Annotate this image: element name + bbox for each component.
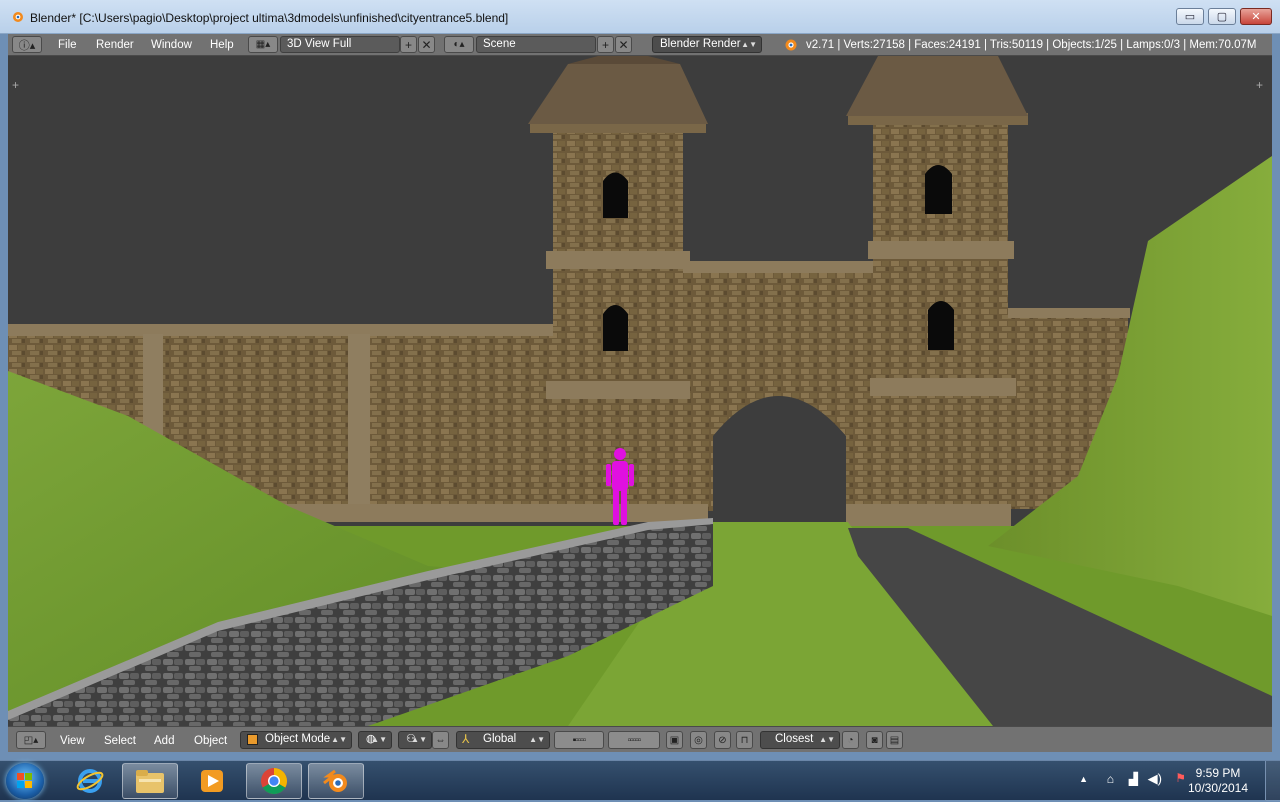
- editor-type-button[interactable]: ◰▴: [16, 731, 46, 749]
- transform-orientation-dropdown[interactable]: ⅄ Global ▲▼: [456, 731, 550, 749]
- camera-icon: ◙: [871, 734, 878, 746]
- proportional-edit-button[interactable]: ◎: [690, 731, 707, 749]
- clapper-icon: ▤: [889, 734, 900, 746]
- align-rotation-button[interactable]: ◔: [842, 731, 859, 749]
- scene-selector[interactable]: ◐▴: [444, 36, 474, 53]
- delete-layout-button[interactable]: ✕: [418, 36, 435, 53]
- taskbar-clock[interactable]: 9:59 PM 10/30/2014: [1178, 766, 1258, 796]
- 3d-view-icon: ◰▴: [23, 734, 39, 746]
- layer-grid-icon: ▪▫▫▫▫: [572, 734, 587, 746]
- window-title: Blender* [C:\Users\pagio\Desktop\project…: [30, 11, 509, 25]
- close-icon: ✕: [1251, 11, 1261, 23]
- menu-render[interactable]: Render: [96, 37, 134, 53]
- render-engine-label: Blender Render: [660, 38, 741, 50]
- menu-select[interactable]: Select: [104, 733, 136, 749]
- viewport-tools-toggle-icon[interactable]: +: [12, 79, 22, 91]
- magnet-icon: ⊘: [718, 734, 727, 746]
- menu-window[interactable]: Window: [151, 37, 192, 53]
- close-button[interactable]: ✕: [1240, 8, 1272, 25]
- info-header: ⓘ▴ File Render Window Help ▦▴ 3D View Fu…: [8, 34, 1272, 56]
- maximize-button[interactable]: ▢: [1208, 8, 1236, 25]
- folder-icon: [136, 770, 164, 793]
- lock-camera-button[interactable]: ▣: [666, 731, 683, 749]
- manipulator-icon: ⇔: [435, 734, 446, 746]
- media-player-icon: [201, 770, 223, 792]
- add-layout-button[interactable]: +: [400, 36, 417, 53]
- axis-icon: ⅄: [462, 732, 470, 746]
- show-hidden-icons-icon[interactable]: ▲: [1079, 774, 1088, 784]
- snap-target-dropdown[interactable]: Closest ▲▼: [760, 731, 840, 749]
- snap-label: Closest: [775, 733, 814, 745]
- render-engine-dropdown[interactable]: Blender Render ▲▼: [652, 36, 762, 53]
- menu-file[interactable]: File: [58, 37, 77, 53]
- volume-icon[interactable]: ◀): [1148, 771, 1162, 787]
- mode-dropdown[interactable]: Object Mode ▲▼: [240, 731, 352, 749]
- shading-dropdown[interactable]: ◍ ▲▼: [358, 731, 392, 749]
- add-scene-button[interactable]: +: [597, 36, 614, 53]
- minimize-button[interactable]: ▭: [1176, 8, 1204, 25]
- blender-logo-icon: [323, 769, 347, 792]
- window-titlebar: Blender* [C:\Users\pagio\Desktop\project…: [0, 0, 1280, 34]
- screen-layout-selector[interactable]: ▦▴: [248, 36, 278, 53]
- clock-time: 9:59 PM: [1195, 766, 1241, 780]
- scene-render: [8, 56, 1272, 726]
- snap-toggle[interactable]: ⊘: [714, 731, 731, 749]
- snap-element-button[interactable]: ⊓: [736, 731, 753, 749]
- plus-icon: +: [601, 37, 609, 52]
- object-mode-icon: [247, 734, 258, 745]
- windows-taskbar: ▲ ⌂ ▟ ◀) ⚑ 9:59 PM 10/30/2014: [0, 760, 1280, 801]
- mode-label: Object Mode: [265, 733, 331, 745]
- delete-scene-button[interactable]: ✕: [615, 36, 632, 53]
- chrome-icon: [261, 768, 288, 795]
- blender-logo-icon: [785, 39, 797, 51]
- info-icon: ⓘ▴: [18, 39, 36, 52]
- snap-element-icon: ⊓: [740, 734, 749, 746]
- layers-grid-2[interactable]: ▫▫▫▫▫: [608, 731, 660, 749]
- internet-explorer-icon: [76, 769, 104, 793]
- render-image-button[interactable]: ◙: [866, 731, 883, 749]
- screen-layout-field[interactable]: 3D View Full: [280, 36, 400, 53]
- usb-device-icon[interactable]: ⌂: [1107, 772, 1114, 786]
- x-icon: ✕: [421, 37, 432, 52]
- 3d-viewport[interactable]: + +: [8, 56, 1272, 726]
- taskbar-media-player[interactable]: [184, 763, 240, 799]
- menu-view[interactable]: View: [60, 733, 85, 749]
- editor-type-button[interactable]: ⓘ▴: [12, 36, 42, 53]
- scene-stats: v2.71 | Verts:27158 | Faces:24191 | Tris…: [806, 39, 1257, 51]
- taskbar-blender[interactable]: [308, 763, 364, 799]
- blender-logo-icon: [13, 12, 23, 22]
- taskbar-ie[interactable]: [62, 763, 118, 799]
- pivot-dropdown[interactable]: ⚇ ▲▼: [398, 731, 432, 749]
- viewport-properties-toggle-icon[interactable]: +: [1256, 79, 1266, 91]
- clock-date: 10/30/2014: [1187, 781, 1249, 795]
- taskbar-chrome[interactable]: [246, 763, 302, 799]
- lock-icon: ▣: [669, 734, 680, 746]
- window-controls: ▭ ▢ ✕: [1176, 8, 1272, 25]
- windows-logo-icon: [17, 773, 32, 788]
- plus-icon: +: [404, 37, 412, 52]
- menu-add[interactable]: Add: [154, 733, 174, 749]
- layers-grid-1[interactable]: ▪▫▫▫▫: [554, 731, 604, 749]
- layer-grid-icon: ▫▫▫▫▫: [627, 734, 642, 746]
- scene-icon: ◐▴: [453, 39, 465, 50]
- proportional-icon: ◎: [694, 734, 703, 746]
- x-icon: ✕: [618, 37, 629, 52]
- show-desktop-button[interactable]: [1265, 761, 1280, 801]
- minimize-icon: ▭: [1184, 11, 1196, 23]
- start-button[interactable]: [6, 763, 44, 799]
- network-signal-icon[interactable]: ▟: [1129, 772, 1138, 786]
- 3d-view-header: ◰▴ View Select Add Object Object Mode ▲▼ …: [8, 726, 1272, 752]
- maximize-icon: ▢: [1216, 11, 1228, 23]
- taskbar-explorer[interactable]: [122, 763, 178, 799]
- scene-field[interactable]: Scene: [476, 36, 596, 53]
- menu-object[interactable]: Object: [194, 733, 227, 749]
- render-animation-button[interactable]: ▤: [886, 731, 903, 749]
- orientation-label: Global: [483, 733, 517, 745]
- manipulator-toggle[interactable]: ⇔: [432, 731, 449, 749]
- align-icon: ◔: [847, 734, 854, 746]
- layout-grid-icon: ▦▴: [255, 39, 271, 50]
- menu-help[interactable]: Help: [210, 37, 234, 53]
